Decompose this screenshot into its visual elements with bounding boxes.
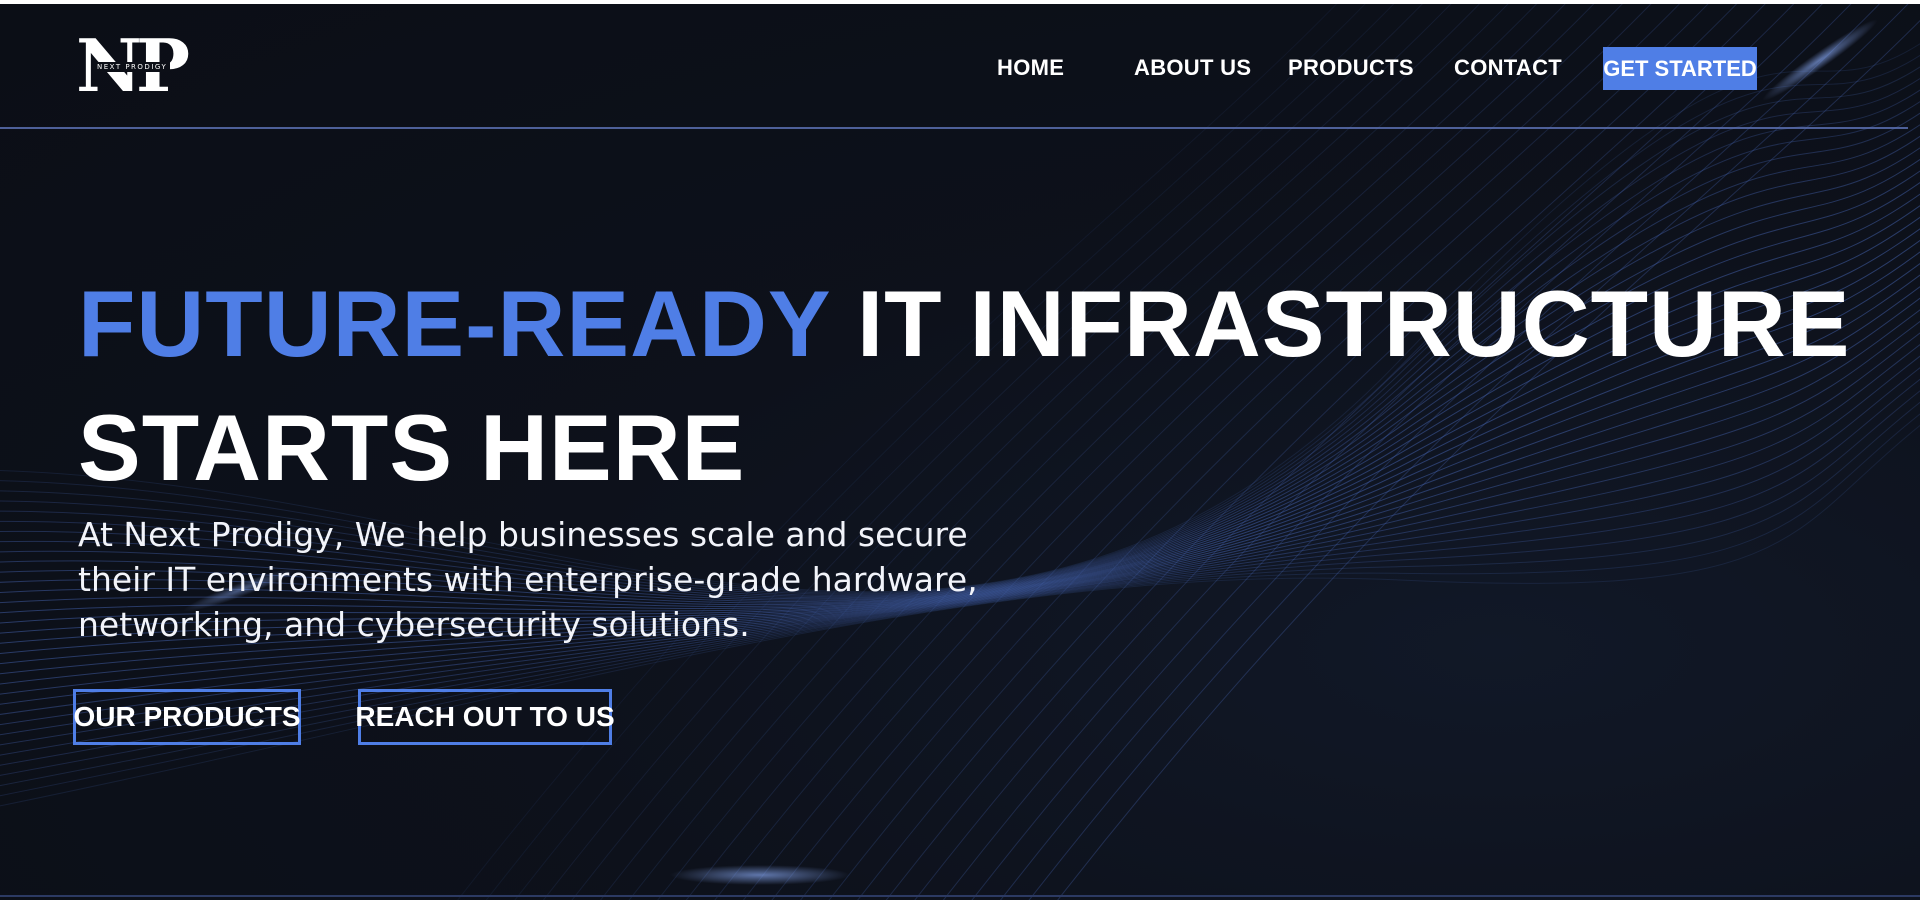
bottom-border [0,895,1920,897]
header-divider [0,127,1908,129]
landing-page: NP NEXT PRODIGY HOME ABOUT US PRODUCTS C… [0,0,1920,900]
hero-subtitle: At Next Prodigy, We help businesses scal… [78,515,978,644]
nav-item-about-us[interactable]: ABOUT US [1134,55,1251,81]
hero-title-line-2: STARTS HERE [78,395,746,500]
nav-item-contact[interactable]: CONTACT [1454,55,1562,81]
site-header: NP NEXT PRODIGY HOME ABOUT US PRODUCTS C… [0,4,1920,128]
our-products-button[interactable]: OUR PRODUCTS [73,689,301,745]
hero-title: FUTURE-READY IT INFRASTRUCTURE STARTS HE… [78,262,1850,510]
main-nav: HOME ABOUT US PRODUCTS CONTACT GET START… [0,47,1920,91]
reach-out-button[interactable]: REACH OUT TO US [355,689,615,745]
hero-title-rest: IT INFRASTRUCTURE [856,271,1851,376]
nav-item-home[interactable]: HOME [997,55,1064,81]
hero-title-accent: FUTURE-READY [78,271,830,376]
get-started-button[interactable]: GET STARTED [1603,47,1757,90]
hero-title-line-1: FUTURE-READY IT INFRASTRUCTURE [78,262,1850,386]
nav-item-products[interactable]: PRODUCTS [1288,55,1414,81]
